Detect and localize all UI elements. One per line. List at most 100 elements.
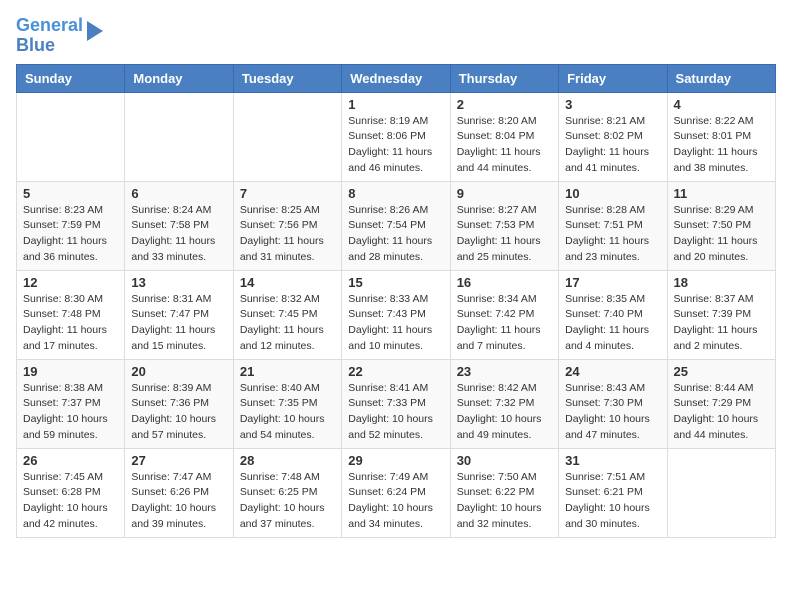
day-number: 12	[23, 275, 118, 290]
day-info: Sunrise: 8:44 AMSunset: 7:29 PMDaylight:…	[674, 381, 769, 444]
day-info: Sunrise: 8:27 AMSunset: 7:53 PMDaylight:…	[457, 203, 552, 266]
day-number: 27	[131, 453, 226, 468]
calendar-cell: 18Sunrise: 8:37 AMSunset: 7:39 PMDayligh…	[667, 270, 775, 359]
day-info: Sunrise: 8:28 AMSunset: 7:51 PMDaylight:…	[565, 203, 660, 266]
day-number: 8	[348, 186, 443, 201]
day-number: 17	[565, 275, 660, 290]
calendar-cell: 26 Sunrise: 7:45 AMSunset: 6:28 PMDayligh…	[17, 448, 125, 537]
day-info: Sunrise: 7:51 AMSunset: 6:21 PMDaylight:…	[565, 470, 660, 533]
weekday-header: Tuesday	[233, 64, 341, 92]
day-info: Sunrise: 8:42 AMSunset: 7:32 PMDaylight:…	[457, 381, 552, 444]
calendar-cell: 21 Sunrise: 8:40 AMSunset: 7:35 PMDayligh…	[233, 359, 341, 448]
day-info: Sunrise: 8:30 AMSunset: 7:48 PMDaylight:…	[23, 292, 118, 355]
calendar-cell	[17, 92, 125, 181]
weekday-header: Saturday	[667, 64, 775, 92]
logo-text: GeneralBlue	[16, 16, 83, 56]
day-number: 13	[131, 275, 226, 290]
day-info: Sunrise: 8:22 AMSunset: 8:01 PMDaylight:…	[674, 114, 769, 177]
day-number: 3	[565, 97, 660, 112]
calendar-cell: 22 Sunrise: 8:41 AMSunset: 7:33 PMDayligh…	[342, 359, 450, 448]
day-number: 7	[240, 186, 335, 201]
calendar-cell: 2 Sunrise: 8:20 AMSunset: 8:04 PMDaylight…	[450, 92, 558, 181]
day-number: 28	[240, 453, 335, 468]
day-number: 20	[131, 364, 226, 379]
calendar-cell: 19 Sunrise: 8:38 AMSunset: 7:37 PMDayligh…	[17, 359, 125, 448]
calendar-cell: 16 Sunrise: 8:34 AMSunset: 7:42 PMDayligh…	[450, 270, 558, 359]
calendar-cell: 5 Sunrise: 8:23 AMSunset: 7:59 PMDaylight…	[17, 181, 125, 270]
weekday-header: Sunday	[17, 64, 125, 92]
day-info: Sunrise: 7:47 AMSunset: 6:26 PMDaylight:…	[131, 470, 226, 533]
day-info: Sunrise: 8:24 AMSunset: 7:58 PMDaylight:…	[131, 203, 226, 266]
calendar-cell: 17 Sunrise: 8:35 AMSunset: 7:40 PMDayligh…	[559, 270, 667, 359]
calendar-cell: 24 Sunrise: 8:43 AMSunset: 7:30 PMDayligh…	[559, 359, 667, 448]
day-number: 19	[23, 364, 118, 379]
calendar-cell: 9 Sunrise: 8:27 AMSunset: 7:53 PMDaylight…	[450, 181, 558, 270]
day-number: 24	[565, 364, 660, 379]
calendar-cell: 23 Sunrise: 8:42 AMSunset: 7:32 PMDayligh…	[450, 359, 558, 448]
day-info: Sunrise: 8:29 AMSunset: 7:50 PMDaylight:…	[674, 203, 769, 266]
day-number: 4	[674, 97, 769, 112]
day-info: Sunrise: 8:35 AMSunset: 7:40 PMDaylight:…	[565, 292, 660, 355]
calendar-cell: 1 Sunrise: 8:19 AMSunset: 8:06 PMDaylight…	[342, 92, 450, 181]
page-header: GeneralBlue	[16, 16, 776, 56]
calendar-cell: 31 Sunrise: 7:51 AMSunset: 6:21 PMDayligh…	[559, 448, 667, 537]
day-number: 6	[131, 186, 226, 201]
day-info: Sunrise: 8:19 AMSunset: 8:06 PMDaylight:…	[348, 114, 443, 177]
day-number: 30	[457, 453, 552, 468]
day-number: 5	[23, 186, 118, 201]
day-info: Sunrise: 8:38 AMSunset: 7:37 PMDaylight:…	[23, 381, 118, 444]
day-number: 2	[457, 97, 552, 112]
calendar-cell: 15 Sunrise: 8:33 AMSunset: 7:43 PMDayligh…	[342, 270, 450, 359]
calendar-cell	[233, 92, 341, 181]
calendar-cell: 3 Sunrise: 8:21 AMSunset: 8:02 PMDaylight…	[559, 92, 667, 181]
day-info: Sunrise: 8:31 AMSunset: 7:47 PMDaylight:…	[131, 292, 226, 355]
day-number: 23	[457, 364, 552, 379]
day-number: 10	[565, 186, 660, 201]
calendar-cell: 28 Sunrise: 7:48 AMSunset: 6:25 PMDayligh…	[233, 448, 341, 537]
day-info: Sunrise: 8:43 AMSunset: 7:30 PMDaylight:…	[565, 381, 660, 444]
calendar-cell: 4 Sunrise: 8:22 AMSunset: 8:01 PMDaylight…	[667, 92, 775, 181]
day-number: 14	[240, 275, 335, 290]
day-info: Sunrise: 7:49 AMSunset: 6:24 PMDaylight:…	[348, 470, 443, 533]
weekday-header: Monday	[125, 64, 233, 92]
day-number: 11	[674, 186, 769, 201]
day-info: Sunrise: 7:50 AMSunset: 6:22 PMDaylight:…	[457, 470, 552, 533]
day-number: 1	[348, 97, 443, 112]
calendar-cell: 7Sunrise: 8:25 AMSunset: 7:56 PMDaylight…	[233, 181, 341, 270]
day-info: Sunrise: 8:23 AMSunset: 7:59 PMDaylight:…	[23, 203, 118, 266]
day-info: Sunrise: 8:37 AMSunset: 7:39 PMDaylight:…	[674, 292, 769, 355]
day-number: 16	[457, 275, 552, 290]
day-info: Sunrise: 8:41 AMSunset: 7:33 PMDaylight:…	[348, 381, 443, 444]
calendar: SundayMondayTuesdayWednesdayThursdayFrid…	[16, 64, 776, 538]
calendar-cell: 11 Sunrise: 8:29 AMSunset: 7:50 PMDayligh…	[667, 181, 775, 270]
calendar-cell: 8Sunrise: 8:26 AMSunset: 7:54 PMDaylight…	[342, 181, 450, 270]
day-info: Sunrise: 8:33 AMSunset: 7:43 PMDaylight:…	[348, 292, 443, 355]
day-number: 29	[348, 453, 443, 468]
calendar-cell	[667, 448, 775, 537]
day-info: Sunrise: 7:48 AMSunset: 6:25 PMDaylight:…	[240, 470, 335, 533]
weekday-header: Wednesday	[342, 64, 450, 92]
day-number: 22	[348, 364, 443, 379]
day-info: Sunrise: 7:45 AMSunset: 6:28 PMDaylight:…	[23, 470, 118, 533]
weekday-header: Friday	[559, 64, 667, 92]
calendar-cell: 29 Sunrise: 7:49 AMSunset: 6:24 PMDayligh…	[342, 448, 450, 537]
day-number: 9	[457, 186, 552, 201]
day-info: Sunrise: 8:34 AMSunset: 7:42 PMDaylight:…	[457, 292, 552, 355]
calendar-cell: 12 Sunrise: 8:30 AMSunset: 7:48 PMDayligh…	[17, 270, 125, 359]
day-number: 31	[565, 453, 660, 468]
calendar-cell: 25Sunrise: 8:44 AMSunset: 7:29 PMDayligh…	[667, 359, 775, 448]
calendar-cell: 14 Sunrise: 8:32 AMSunset: 7:45 PMDayligh…	[233, 270, 341, 359]
day-info: Sunrise: 8:39 AMSunset: 7:36 PMDaylight:…	[131, 381, 226, 444]
calendar-cell: 30 Sunrise: 7:50 AMSunset: 6:22 PMDayligh…	[450, 448, 558, 537]
day-number: 21	[240, 364, 335, 379]
calendar-cell: 27 Sunrise: 7:47 AMSunset: 6:26 PMDayligh…	[125, 448, 233, 537]
day-info: Sunrise: 8:21 AMSunset: 8:02 PMDaylight:…	[565, 114, 660, 177]
day-info: Sunrise: 8:20 AMSunset: 8:04 PMDaylight:…	[457, 114, 552, 177]
calendar-cell: 13 Sunrise: 8:31 AMSunset: 7:47 PMDayligh…	[125, 270, 233, 359]
day-number: 15	[348, 275, 443, 290]
calendar-cell: 6 Sunrise: 8:24 AMSunset: 7:58 PMDaylight…	[125, 181, 233, 270]
day-info: Sunrise: 8:40 AMSunset: 7:35 PMDaylight:…	[240, 381, 335, 444]
calendar-cell: 20 Sunrise: 8:39 AMSunset: 7:36 PMDayligh…	[125, 359, 233, 448]
day-number: 26	[23, 453, 118, 468]
day-info: Sunrise: 8:32 AMSunset: 7:45 PMDaylight:…	[240, 292, 335, 355]
